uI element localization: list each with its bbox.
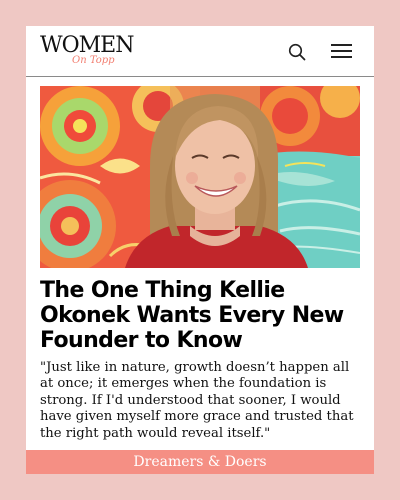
hero-portrait-image bbox=[40, 86, 360, 268]
search-icon[interactable] bbox=[288, 43, 306, 61]
site-header: WOMEN On Topp bbox=[26, 26, 374, 77]
article-headline[interactable]: The One Thing Kellie Okonek Wants Every … bbox=[40, 278, 360, 353]
category-label: Dreamers & Doers bbox=[133, 454, 267, 470]
category-banner[interactable]: Dreamers & Doers bbox=[26, 450, 374, 474]
hamburger-menu-icon[interactable] bbox=[331, 43, 352, 59]
site-logo[interactable]: WOMEN bbox=[40, 35, 134, 57]
site-logo-subtitle: On Topp bbox=[72, 55, 115, 66]
article-card: WOMEN On Topp The One Thing Kellie Okone… bbox=[26, 26, 374, 474]
article-quote: "Just like in nature, growth doesn’t hap… bbox=[40, 360, 354, 441]
